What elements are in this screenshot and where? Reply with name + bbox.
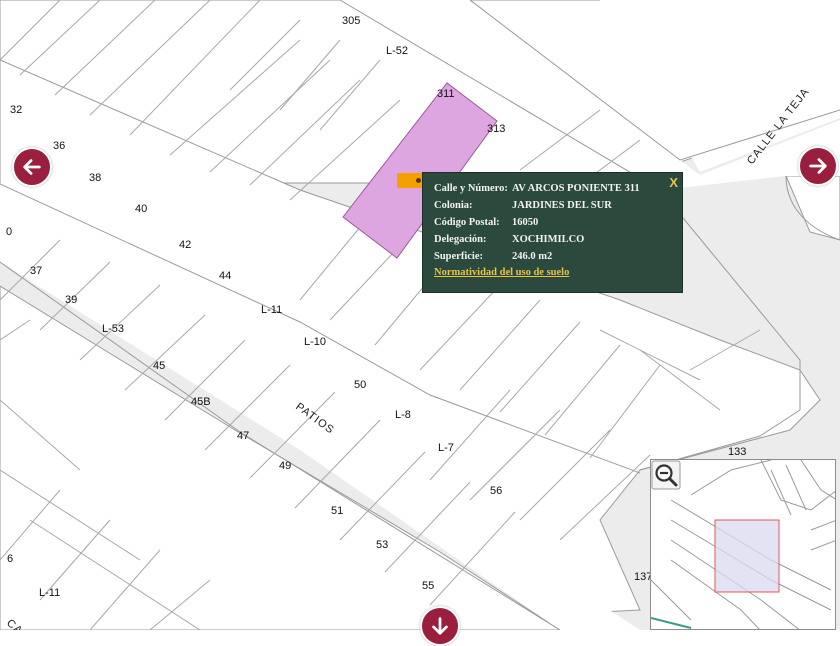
land-use-link[interactable]: Normatividad del uso de suelo — [434, 267, 569, 278]
popup-row-address: Calle y Número: AV ARCOS PONIENTE 311 — [434, 183, 640, 194]
parcel-label: 45 — [153, 360, 165, 372]
popup-row-delegacion: Delegación: XOCHIMILCO — [434, 234, 584, 245]
popup-value: JARDINES DEL SUR — [512, 200, 612, 211]
pan-down-button[interactable] — [420, 606, 460, 646]
popup-row-colonia: Colonia: JARDINES DEL SUR — [434, 200, 612, 211]
zoom-out-icon[interactable] — [651, 460, 681, 490]
parcel-label: 44 — [219, 270, 231, 282]
location-pin[interactable] — [397, 173, 432, 188]
popup-label: Superficie: — [434, 251, 483, 262]
parcel-label: 47 — [237, 430, 249, 442]
pan-right-button[interactable] — [798, 146, 838, 186]
parcel-label: 56 — [490, 485, 502, 497]
parcel-label: 53 — [376, 539, 388, 551]
popup-value: 16050 — [512, 217, 539, 228]
popup-value: 246.0 m2 — [512, 251, 553, 262]
parcel-label: 39 — [65, 294, 77, 306]
overview-map[interactable] — [650, 459, 836, 630]
parcel-info-popup: X Calle y Número: AV ARCOS PONIENTE 311 … — [422, 172, 683, 293]
parcel-label: 49 — [279, 460, 291, 472]
parcel-label: 50 — [354, 379, 366, 391]
arrow-down-icon — [432, 617, 448, 635]
parcel-label: 42 — [179, 239, 191, 251]
parcel-label: L-53 — [102, 323, 124, 335]
popup-label: Calle y Número: — [434, 183, 508, 194]
parcel-label: L-10 — [304, 336, 326, 348]
parcel-label: 305 — [342, 15, 360, 27]
popup-value: XOCHIMILCO — [512, 234, 585, 245]
parcel-label: 55 — [422, 580, 434, 592]
parcel-label: 51 — [331, 505, 343, 517]
parcel-label: 133 — [728, 446, 746, 458]
popup-label: Delegación: — [434, 234, 487, 245]
overview-extent — [714, 519, 780, 593]
parcel-label: L-11 — [39, 587, 60, 599]
parcel-label: 6 — [7, 553, 13, 565]
parcel-label: 313 — [487, 123, 505, 135]
parcel-label: 45B — [191, 396, 211, 408]
pin-dot — [416, 178, 421, 183]
parcel-label: 0 — [6, 226, 12, 238]
parcel-label: 32 — [10, 104, 22, 116]
popup-row-postal-code: Código Postal: 16050 — [434, 217, 538, 228]
parcel-label: 37 — [30, 265, 42, 277]
arrow-left-icon — [23, 159, 41, 175]
parcel-label: 38 — [89, 172, 101, 184]
parcel-label: 311 — [437, 88, 455, 100]
close-button[interactable]: X — [669, 175, 678, 190]
parcel-label: L-8 — [395, 409, 411, 421]
parcel-label: L-52 — [386, 45, 408, 57]
popup-label: Colonia: — [434, 200, 473, 211]
popup-label: Código Postal: — [434, 217, 500, 228]
popup-row-superficie: Superficie: 246.0 m2 — [434, 251, 552, 262]
parcel-label: L-7 — [438, 442, 454, 454]
parcel-label: 36 — [53, 140, 65, 152]
popup-value: AV ARCOS PONIENTE 311 — [512, 183, 640, 194]
arrow-right-icon — [809, 158, 827, 174]
parcel-label: 40 — [135, 203, 147, 215]
pan-left-button[interactable] — [12, 147, 52, 187]
parcel-label: L-11 — [261, 304, 282, 316]
